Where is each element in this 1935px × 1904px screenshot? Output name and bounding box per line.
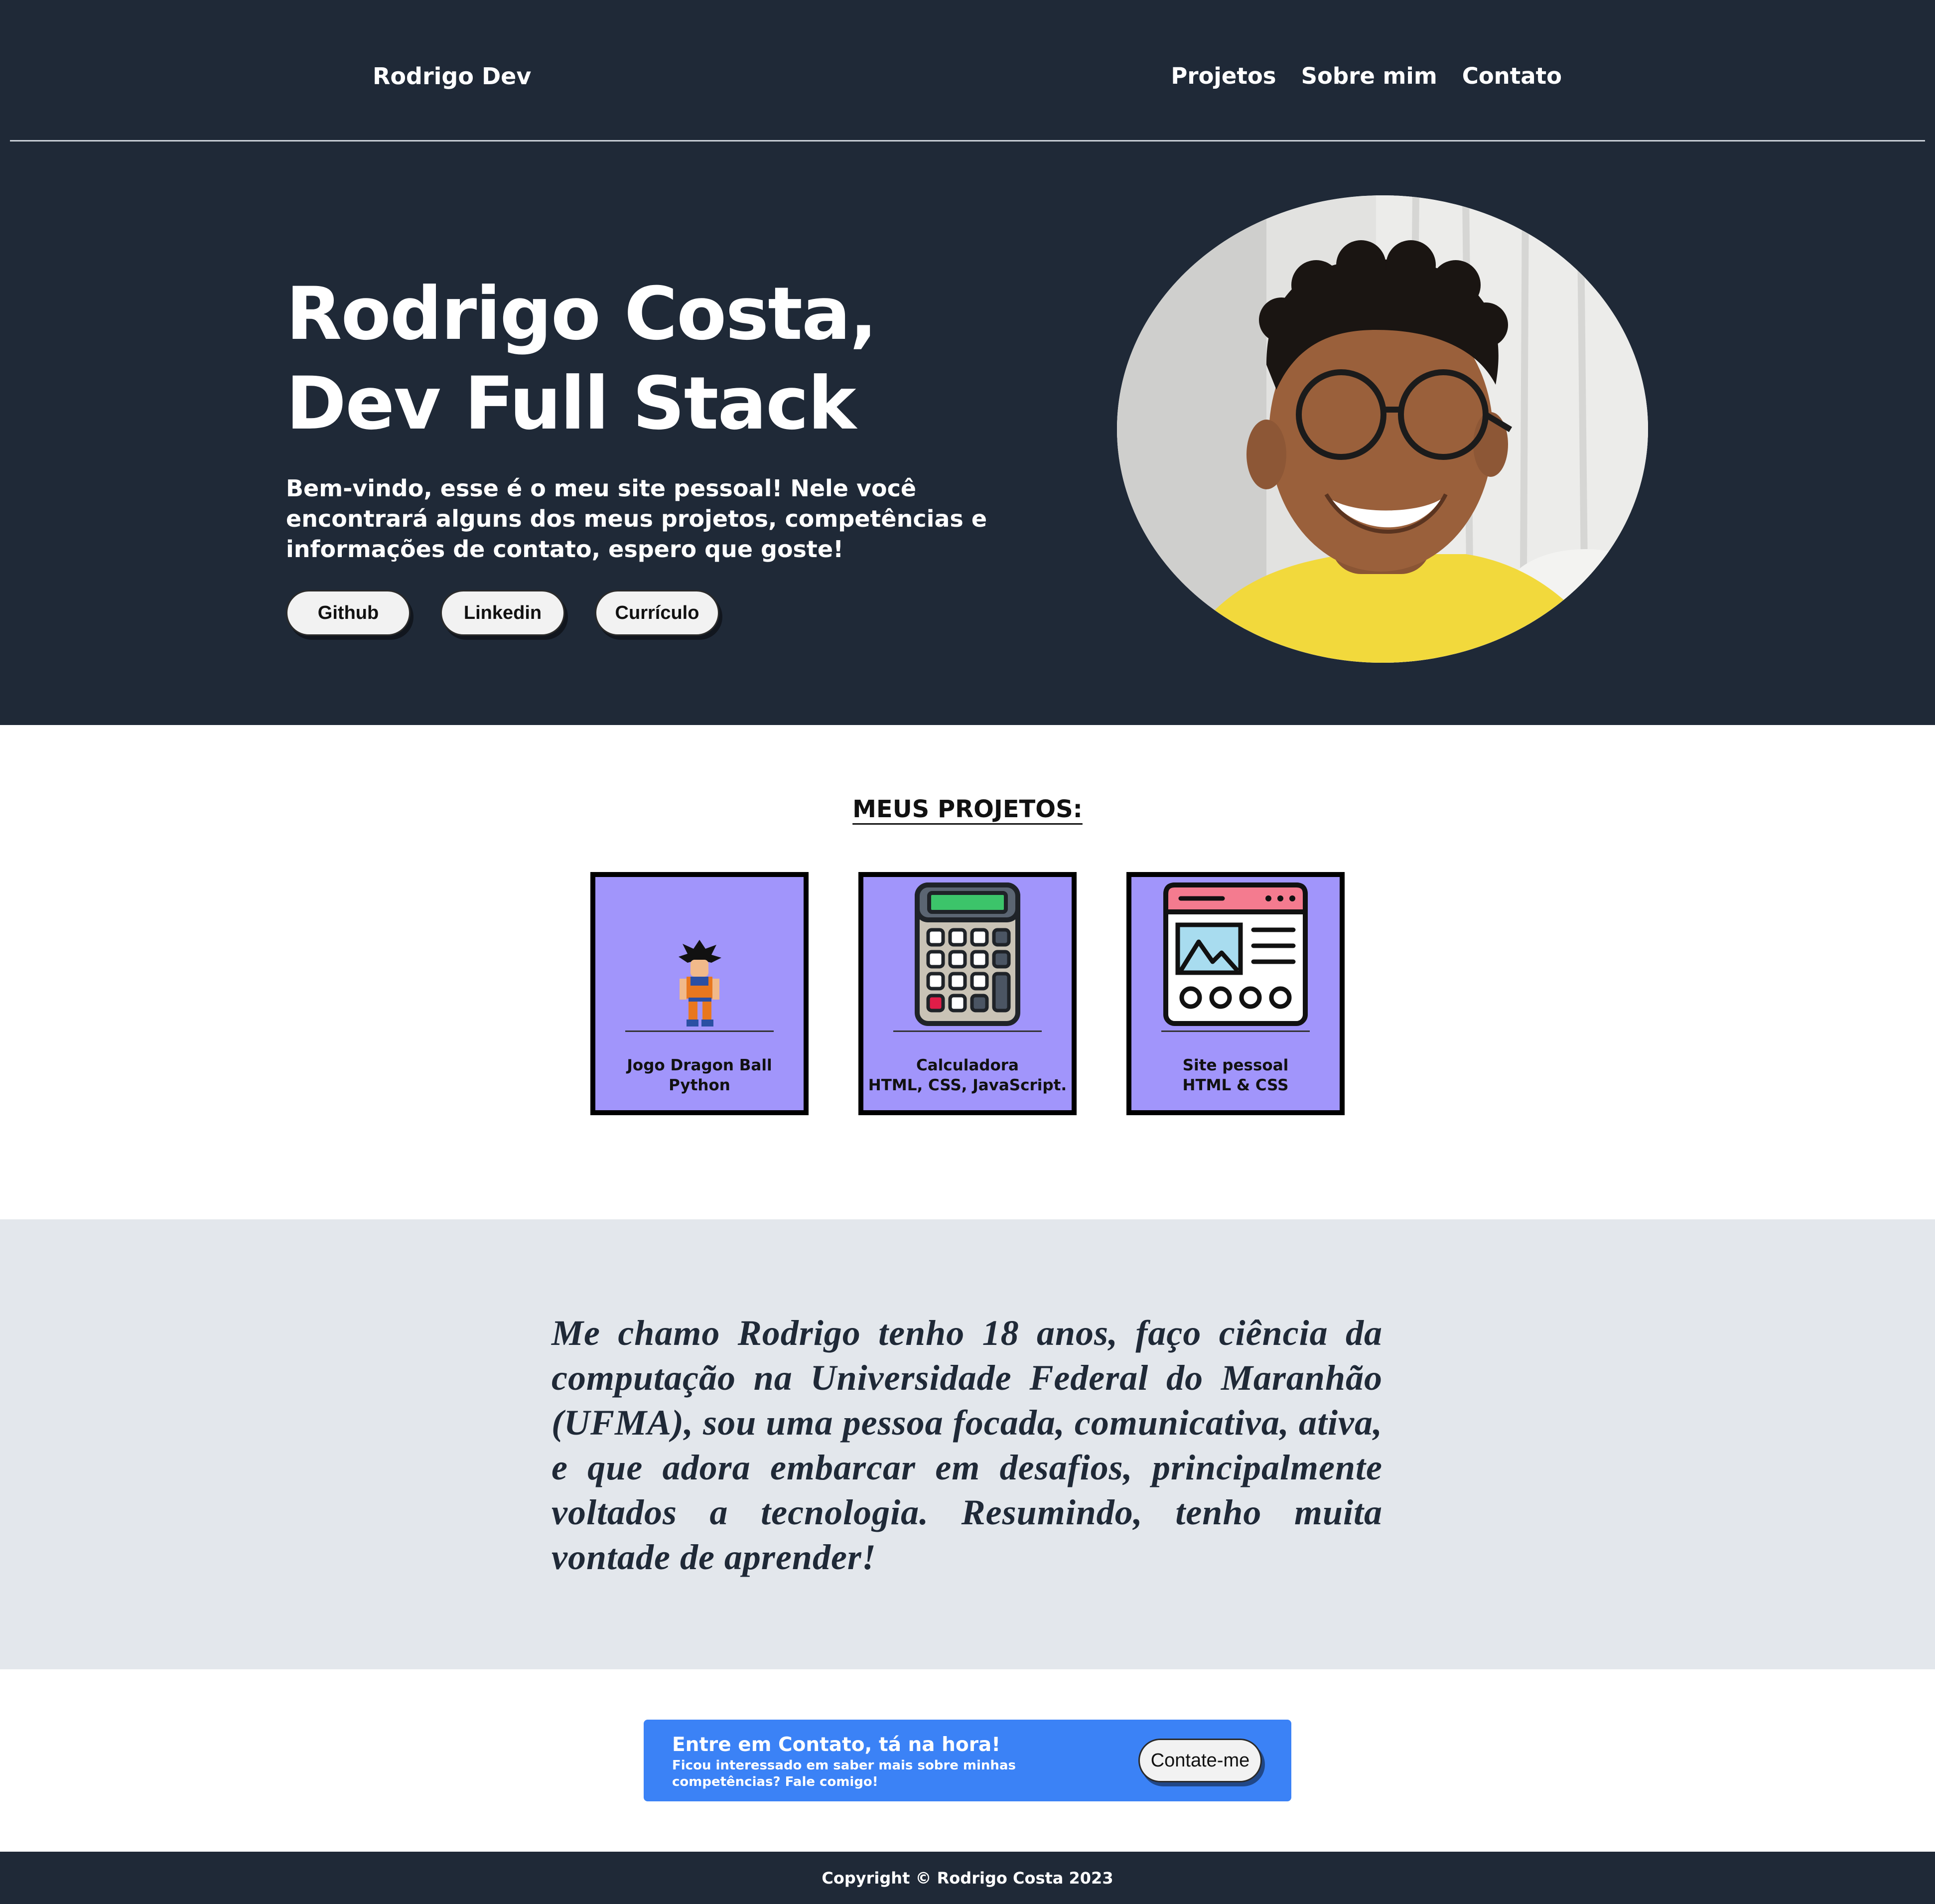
project-card-label: Site pessoal HTML & CSS <box>1131 1055 1340 1095</box>
project-card-calculadora[interactable]: Calculadora HTML, CSS, JavaScript. <box>858 872 1077 1115</box>
project-name: Calculadora <box>916 1056 1019 1074</box>
project-card-site-pessoal[interactable]: Site pessoal HTML & CSS <box>1126 872 1345 1115</box>
linkedin-button[interactable]: Linkedin <box>440 590 565 636</box>
project-card-dragon-ball[interactable]: Jogo Dragon Ball Python <box>590 872 809 1115</box>
card-divider <box>893 1030 1042 1032</box>
contact-banner: Entre em Contato, tá na hora! Ficou inte… <box>644 1720 1291 1801</box>
main-nav: Projetos Sobre mim Contato <box>1171 59 1562 94</box>
about-section: Me chamo Rodrigo tenho 18 anos, faço ciê… <box>0 1219 1935 1669</box>
hero-subtitle: Bem-vindo, esse é o meu site pessoal! Ne… <box>286 475 987 563</box>
profile-photo-illustration <box>1117 195 1648 663</box>
contact-me-button[interactable]: Contate-me <box>1138 1739 1262 1782</box>
hero-header: Rodrigo Dev Projetos Sobre mim Contato R… <box>0 0 1935 725</box>
profile-photo <box>1117 195 1648 663</box>
nav-divider <box>10 140 1925 142</box>
curriculo-button[interactable]: Currículo <box>595 590 719 636</box>
contact-banner-title: Entre em Contato, tá na hora! <box>672 1734 1001 1756</box>
footer: Copyright © Rodrigo Costa 2023 <box>0 1852 1935 1904</box>
projects-title-text: MEUS PROJETOS: <box>852 795 1083 823</box>
projects-title: MEUS PROJETOS: <box>0 795 1935 823</box>
github-button[interactable]: Github <box>286 590 411 636</box>
goku-sprite-icon <box>679 940 721 1026</box>
brand-logo[interactable]: Rodrigo Dev <box>373 59 531 94</box>
copyright-text: Copyright © Rodrigo Costa 2023 <box>822 1868 1113 1888</box>
nav-link-projetos[interactable]: Projetos <box>1171 59 1276 94</box>
hero-title-line-2: Dev Full Stack <box>286 361 856 446</box>
project-card-label: Calculadora HTML, CSS, JavaScript. <box>863 1055 1072 1095</box>
hero-buttons: Github Linkedin Currículo <box>286 590 719 636</box>
project-name: Jogo Dragon Ball <box>627 1056 772 1074</box>
browser-window-icon <box>1163 882 1308 1026</box>
project-tech: HTML & CSS <box>1182 1076 1289 1094</box>
hero-title-line-1: Rodrigo Costa, <box>286 272 877 356</box>
project-tech: Python <box>669 1076 730 1094</box>
project-card-label: Jogo Dragon Ball Python <box>595 1055 804 1095</box>
calculator-icon <box>915 882 1020 1026</box>
card-divider <box>625 1030 774 1032</box>
about-text: Me chamo Rodrigo tenho 18 anos, faço ciê… <box>552 1313 1382 1577</box>
project-cards: Jogo Dragon Ball Python Calculadora HTML… <box>590 872 1345 1115</box>
nav-link-contato[interactable]: Contato <box>1462 59 1562 94</box>
card-divider <box>1161 1030 1310 1032</box>
nav-link-sobre-mim[interactable]: Sobre mim <box>1301 59 1437 94</box>
contact-banner-subtitle: Ficou interessado em saber mais sobre mi… <box>672 1758 1016 1789</box>
project-tech: HTML, CSS, JavaScript. <box>868 1076 1067 1094</box>
hero-title: Rodrigo Costa, Dev Full Stack <box>286 269 1033 448</box>
project-name: Site pessoal <box>1182 1056 1289 1074</box>
